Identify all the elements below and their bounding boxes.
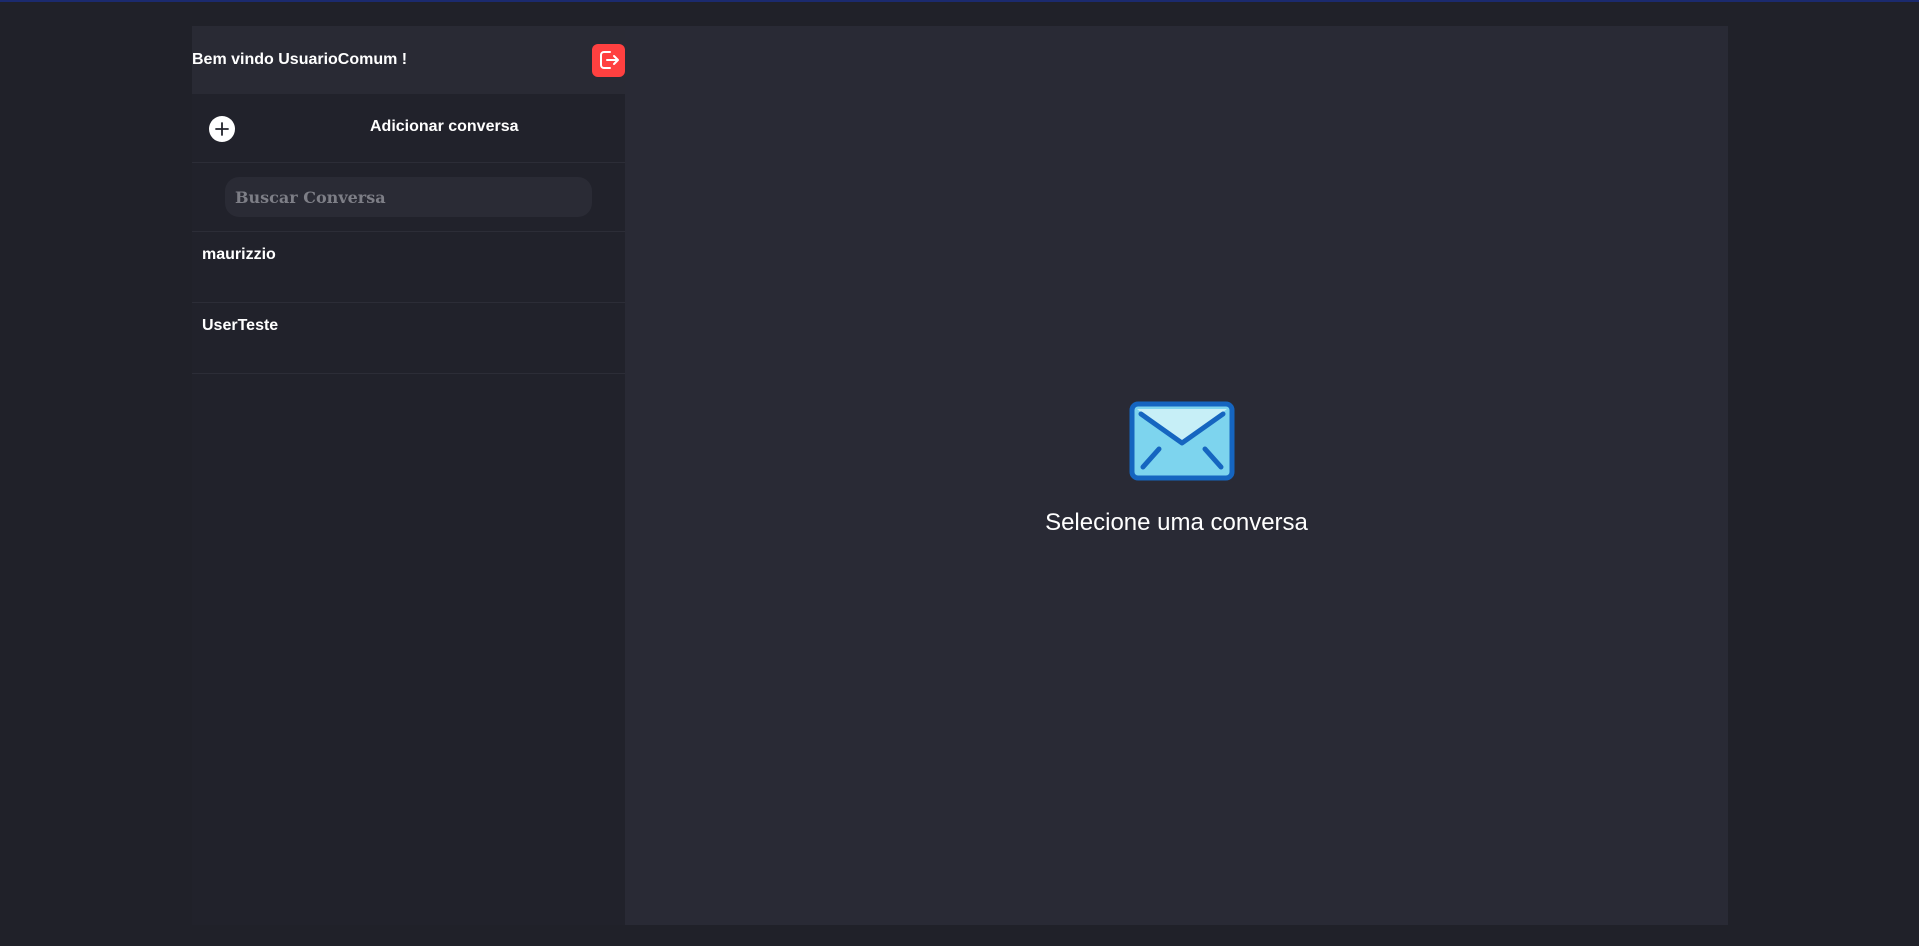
logout-icon: [599, 51, 619, 69]
search-row: [192, 163, 625, 232]
empty-state-text: Selecione uma conversa: [1045, 509, 1308, 536]
welcome-text: Bem vindo UsuarioComum !: [192, 51, 408, 68]
conversation-panel: Selecione uma conversa: [625, 26, 1728, 925]
conversation-name: maurizzio: [202, 246, 276, 263]
logout-button[interactable]: [592, 43, 625, 77]
conversation-item[interactable]: UserTeste: [192, 303, 625, 374]
search-conversation-input[interactable]: [225, 177, 592, 217]
add-conversation-label: Adicionar conversa: [370, 118, 519, 135]
add-conversation-button[interactable]: Adicionar conversa: [192, 94, 625, 163]
envelope-icon: [1129, 401, 1235, 481]
top-accent-line: [0, 0, 1919, 2]
sidebar: Bem vindo UsuarioComum ! Adicionar conve…: [192, 26, 625, 925]
conversation-item[interactable]: maurizzio: [192, 232, 625, 303]
conversation-name: UserTeste: [202, 317, 279, 334]
plus-circle-icon: [209, 116, 235, 142]
chat-app: Bem vindo UsuarioComum ! Adicionar conve…: [192, 26, 1728, 925]
sidebar-header: Bem vindo UsuarioComum !: [192, 26, 625, 94]
